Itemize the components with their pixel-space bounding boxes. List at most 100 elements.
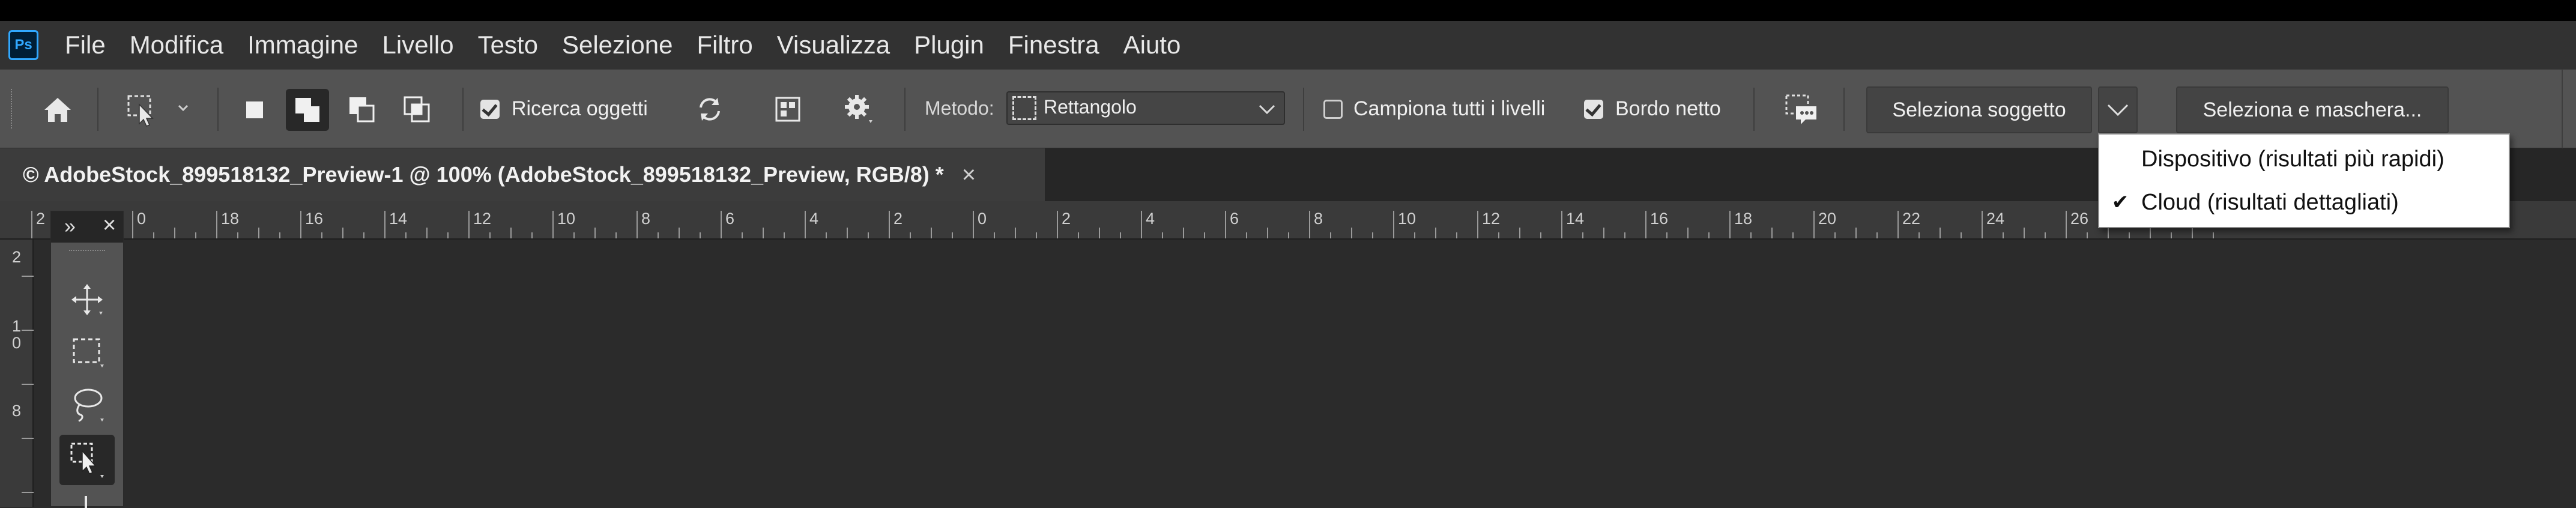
separator bbox=[217, 88, 219, 131]
ruler-label: 10 bbox=[1398, 210, 1416, 228]
ruler-major-tick bbox=[1645, 211, 1646, 238]
ruler-minor-tick bbox=[1918, 232, 1920, 238]
ruler-label: 8 bbox=[641, 210, 651, 228]
feedback-icon[interactable] bbox=[1781, 90, 1823, 130]
ruler-minor-tick bbox=[931, 228, 932, 238]
ruler-major-tick bbox=[636, 211, 638, 238]
metodo-select[interactable]: Rettangolo bbox=[1006, 91, 1285, 125]
ruler-major-tick bbox=[1057, 211, 1058, 238]
ruler-minor-tick bbox=[2108, 228, 2109, 238]
seleziona-soggetto-dropdown-button[interactable] bbox=[2098, 86, 2138, 133]
move-tool-icon[interactable] bbox=[63, 279, 111, 321]
menu-testo[interactable]: Testo bbox=[478, 31, 538, 59]
ruler-major-tick bbox=[1561, 211, 1562, 238]
ruler-label: 14 bbox=[1566, 210, 1585, 228]
ruler-minor-tick bbox=[826, 232, 827, 238]
ruler-minor-tick bbox=[2087, 232, 2088, 238]
ruler-minor-tick bbox=[1288, 232, 1289, 238]
ruler-label: 20 bbox=[1818, 210, 1837, 228]
ruler-minor-tick bbox=[405, 232, 407, 238]
ruler-minor-tick bbox=[1456, 232, 1457, 238]
gear-icon[interactable] bbox=[838, 90, 880, 129]
bordo-netto-label: Bordo netto bbox=[1615, 97, 1721, 120]
lasso-tool-icon[interactable] bbox=[63, 382, 111, 426]
campiona-tutti-i-livelli-checkbox[interactable] bbox=[1323, 100, 1343, 119]
add-to-selection-icon[interactable] bbox=[286, 89, 329, 131]
ruler-minor-tick bbox=[1099, 228, 1100, 238]
ruler-minor-tick bbox=[2129, 232, 2130, 238]
dropdown-item-label: Dispositivo (risultati più rapidi) bbox=[2141, 146, 2444, 172]
new-selection-icon[interactable] bbox=[235, 92, 274, 127]
document-tab[interactable]: © AdobeStock_899518132_Preview-1 @ 100% … bbox=[0, 148, 1045, 201]
ruler-label: 0 bbox=[978, 210, 987, 228]
photoshop-logo-icon[interactable]: Ps bbox=[8, 30, 38, 60]
options-bar-grip[interactable] bbox=[11, 89, 13, 129]
next-tool-icon[interactable] bbox=[85, 496, 87, 508]
tools-panel-header[interactable]: » × bbox=[51, 211, 123, 243]
tools-panel-grip[interactable] bbox=[69, 250, 105, 252]
ruler-minor-tick bbox=[363, 232, 364, 238]
ruler-minor-tick bbox=[1582, 232, 1583, 238]
ruler-minor-tick bbox=[658, 232, 659, 238]
menu-livello[interactable]: Livello bbox=[382, 31, 454, 59]
ruler-label: 4 bbox=[1146, 210, 1155, 228]
ruler-minor-tick bbox=[1414, 232, 1415, 238]
seleziona-e-maschera-button[interactable]: Seleziona e maschera... bbox=[2176, 86, 2449, 133]
home-icon[interactable] bbox=[36, 92, 79, 126]
separator bbox=[97, 88, 98, 131]
ruler-minor-tick bbox=[868, 232, 869, 238]
ruler-major-tick bbox=[2066, 211, 2067, 238]
bordo-netto-checkbox[interactable] bbox=[1584, 100, 1603, 119]
menu-visualizza[interactable]: Visualizza bbox=[777, 31, 890, 59]
separator bbox=[904, 88, 906, 131]
menu-file[interactable]: File bbox=[65, 31, 106, 59]
ruler-minor-tick bbox=[2213, 232, 2214, 238]
ruler-minor-tick bbox=[1771, 228, 1773, 238]
menu-modifica[interactable]: Modifica bbox=[130, 31, 223, 59]
ruler-minor-tick bbox=[2192, 228, 2193, 238]
menu-plugin[interactable]: Plugin bbox=[914, 31, 984, 59]
intersect-selection-icon[interactable] bbox=[398, 91, 436, 127]
ruler-major-tick bbox=[805, 211, 806, 238]
refresh-icon[interactable] bbox=[691, 91, 729, 127]
expand-panel-icon[interactable]: » bbox=[64, 215, 76, 238]
ruler-minor-tick bbox=[1855, 228, 1857, 238]
dropdown-item-dispositivo[interactable]: Dispositivo (risultati più rapidi) bbox=[2099, 139, 2511, 179]
ruler-label: 8 bbox=[1314, 210, 1323, 228]
ruler-minor-tick bbox=[1204, 232, 1205, 238]
close-icon[interactable]: × bbox=[962, 162, 976, 189]
ruler-major-tick bbox=[384, 211, 385, 238]
separator bbox=[462, 88, 464, 131]
ruler-minor-tick bbox=[1498, 232, 1499, 238]
separator bbox=[1303, 88, 1304, 131]
ruler-minor-tick bbox=[2024, 228, 2025, 238]
ruler-minor-tick bbox=[1834, 232, 1836, 238]
close-panel-icon[interactable]: × bbox=[103, 213, 116, 238]
subtract-from-selection-icon[interactable] bbox=[342, 91, 381, 127]
ruler-major-tick bbox=[1982, 211, 1983, 238]
ruler-label: 2 bbox=[1062, 210, 1071, 228]
seleziona-soggetto-button[interactable]: Seleziona soggetto bbox=[1866, 86, 2092, 133]
ruler-major-tick bbox=[1729, 211, 1731, 238]
ruler-minor-tick bbox=[489, 232, 491, 238]
ruler-label: 8 bbox=[12, 402, 22, 420]
ricerca-oggetti-checkbox[interactable] bbox=[480, 100, 500, 119]
vertical-ruler: 2 1 0 8 bbox=[0, 240, 34, 507]
menu-selezione[interactable]: Selezione bbox=[562, 31, 673, 59]
object-selection-tool-icon[interactable] bbox=[59, 435, 115, 485]
ruler-minor-tick bbox=[1940, 228, 1941, 238]
menu-finestra[interactable]: Finestra bbox=[1008, 31, 1099, 59]
ruler-label: 0 bbox=[137, 210, 147, 228]
dropdown-item-cloud[interactable]: ✔ Cloud (risultati dettagliati) bbox=[2099, 183, 2511, 222]
ruler-major-tick bbox=[300, 211, 301, 238]
tool-preset-picker[interactable] bbox=[124, 91, 190, 127]
menu-immagine[interactable]: Immagine bbox=[247, 31, 358, 59]
menu-filtro[interactable]: Filtro bbox=[697, 31, 752, 59]
menu-aiuto[interactable]: Aiuto bbox=[1123, 31, 1181, 59]
separator bbox=[1843, 88, 1845, 131]
ruler-minor-tick bbox=[784, 232, 785, 238]
rectangular-marquee-icon[interactable] bbox=[63, 330, 111, 372]
object-finder-icon[interactable] bbox=[769, 91, 807, 127]
ricerca-oggetti-label: Ricerca oggetti bbox=[512, 97, 648, 120]
ruler-minor-tick bbox=[952, 232, 953, 238]
